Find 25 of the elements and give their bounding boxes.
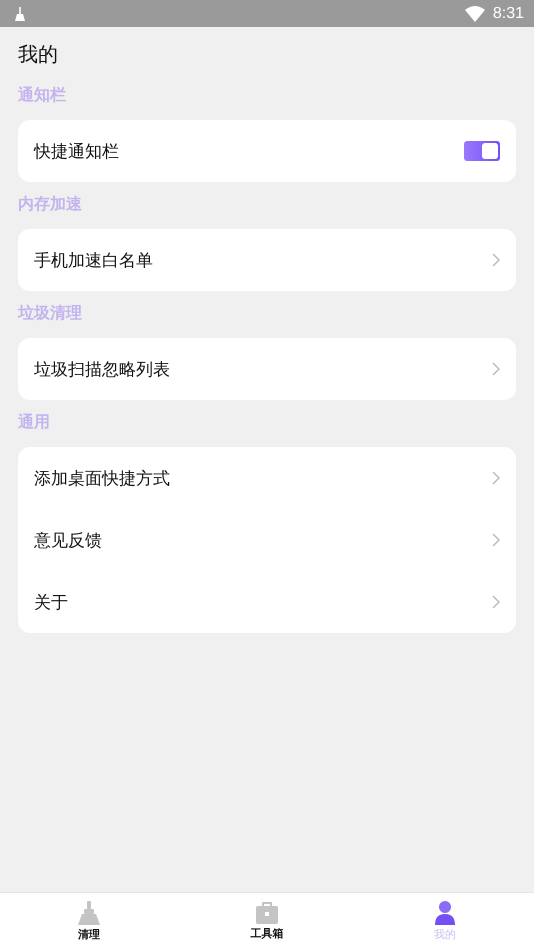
- page-title: 我的: [17, 41, 59, 68]
- status-time: 8:31: [492, 4, 524, 22]
- toggle-switch[interactable]: [464, 141, 500, 161]
- broom-icon: [78, 900, 100, 924]
- setting-label[interactable]: 手机加速白名单: [34, 248, 153, 272]
- nav-tab[interactable]: 工具箱: [178, 893, 356, 949]
- setting-label[interactable]: 快捷通知栏: [34, 140, 119, 162]
- chevron-icon[interactable]: [492, 471, 500, 485]
- section-header: 通知栏: [17, 84, 67, 106]
- broom-icon: [15, 6, 25, 20]
- wifi-icon: [464, 6, 485, 22]
- setting-label[interactable]: 垃圾扫描忽略列表: [34, 358, 170, 380]
- section-header: 通用: [17, 411, 51, 433]
- chevron-icon[interactable]: [492, 595, 500, 609]
- nav-tab[interactable]: 清理: [0, 893, 178, 949]
- chevron-icon[interactable]: [492, 533, 500, 547]
- section-header: 垃圾清理: [16, 302, 83, 324]
- setting-label[interactable]: 意见反馈: [34, 528, 102, 552]
- person-icon: [435, 900, 455, 924]
- briefcase-icon: [256, 902, 278, 924]
- setting-label[interactable]: 添加桌面快捷方式: [34, 466, 170, 490]
- chevron-icon[interactable]: [492, 362, 500, 376]
- chevron-icon[interactable]: [492, 253, 500, 267]
- setting-label[interactable]: 关于: [34, 590, 68, 614]
- section-header: 内存加速: [17, 193, 83, 215]
